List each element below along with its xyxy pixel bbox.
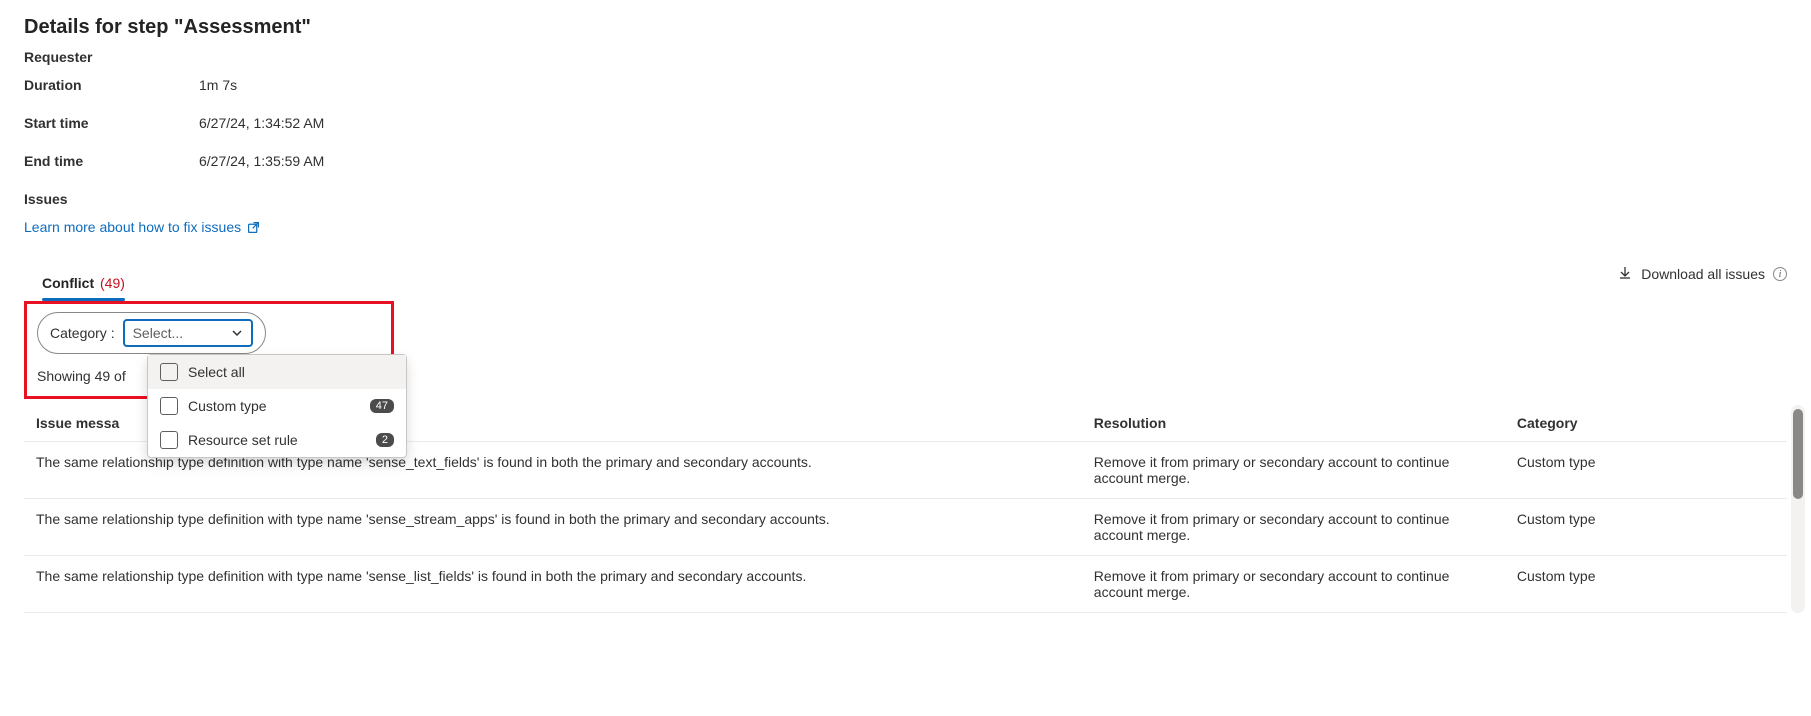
cell-category: Custom type <box>1505 499 1787 556</box>
dropdown-option-label: Custom type <box>188 398 267 414</box>
category-select[interactable]: Select... <box>123 319 253 347</box>
category-select-placeholder: Select... <box>133 325 184 341</box>
end-time-value: 6/27/24, 1:35:59 AM <box>199 153 324 169</box>
col-category[interactable]: Category <box>1505 405 1787 442</box>
checkbox[interactable] <box>160 431 178 449</box>
tab-conflict-label: Conflict <box>42 275 94 291</box>
dropdown-option-label: Resource set rule <box>188 432 298 448</box>
dropdown-option-badge: 2 <box>376 433 394 447</box>
table-row[interactable]: The same relationship type definition wi… <box>24 556 1787 613</box>
tab-conflict[interactable]: Conflict (49) <box>24 267 143 301</box>
checkbox[interactable] <box>160 397 178 415</box>
filter-highlight: Category : Select... Showing 49 of Selec… <box>24 301 394 399</box>
table-row[interactable]: The same relationship type definition wi… <box>24 499 1787 556</box>
start-time-label: Start time <box>24 115 199 131</box>
dropdown-option-select-all[interactable]: Select all <box>148 355 406 389</box>
learn-more-link[interactable]: Learn more about how to fix issues <box>24 219 260 235</box>
cell-issue-message: The same relationship type definition wi… <box>24 499 1082 556</box>
cell-category: Custom type <box>1505 442 1787 499</box>
cell-resolution: Remove it from primary or secondary acco… <box>1082 556 1505 613</box>
cell-resolution: Remove it from primary or secondary acco… <box>1082 442 1505 499</box>
vertical-scrollbar[interactable] <box>1791 405 1805 613</box>
tab-conflict-count: (49) <box>100 275 125 291</box>
external-link-icon <box>247 221 260 234</box>
duration-label: Duration <box>24 77 199 93</box>
scrollbar-thumb[interactable] <box>1793 409 1803 499</box>
dropdown-option-badge: 47 <box>370 399 394 413</box>
start-time-value: 6/27/24, 1:34:52 AM <box>199 115 324 131</box>
chevron-down-icon <box>231 327 243 339</box>
info-icon[interactable]: i <box>1773 267 1787 281</box>
page-title: Details for step "Assessment" <box>24 16 1787 39</box>
download-icon <box>1617 265 1633 284</box>
learn-more-text: Learn more about how to fix issues <box>24 219 241 235</box>
checkbox[interactable] <box>160 363 178 381</box>
dropdown-option-resource-set-rule[interactable]: Resource set rule 2 <box>148 423 406 457</box>
dropdown-option-label: Select all <box>188 364 245 380</box>
cell-issue-message: The same relationship type definition wi… <box>24 556 1082 613</box>
requester-label: Requester <box>24 49 1787 65</box>
duration-value: 1m 7s <box>199 77 237 93</box>
issues-heading: Issues <box>24 191 1787 207</box>
cell-category: Custom type <box>1505 556 1787 613</box>
dropdown-option-custom-type[interactable]: Custom type 47 <box>148 389 406 423</box>
end-time-label: End time <box>24 153 199 169</box>
category-filter-pill[interactable]: Category : Select... <box>37 312 266 354</box>
category-filter-label: Category : <box>50 325 115 341</box>
col-resolution[interactable]: Resolution <box>1082 405 1505 442</box>
cell-resolution: Remove it from primary or secondary acco… <box>1082 499 1505 556</box>
category-dropdown: Select all Custom type 47 Resource set r… <box>147 354 407 458</box>
download-label: Download all issues <box>1641 266 1765 282</box>
download-all-issues-button[interactable]: Download all issues i <box>1617 265 1787 284</box>
